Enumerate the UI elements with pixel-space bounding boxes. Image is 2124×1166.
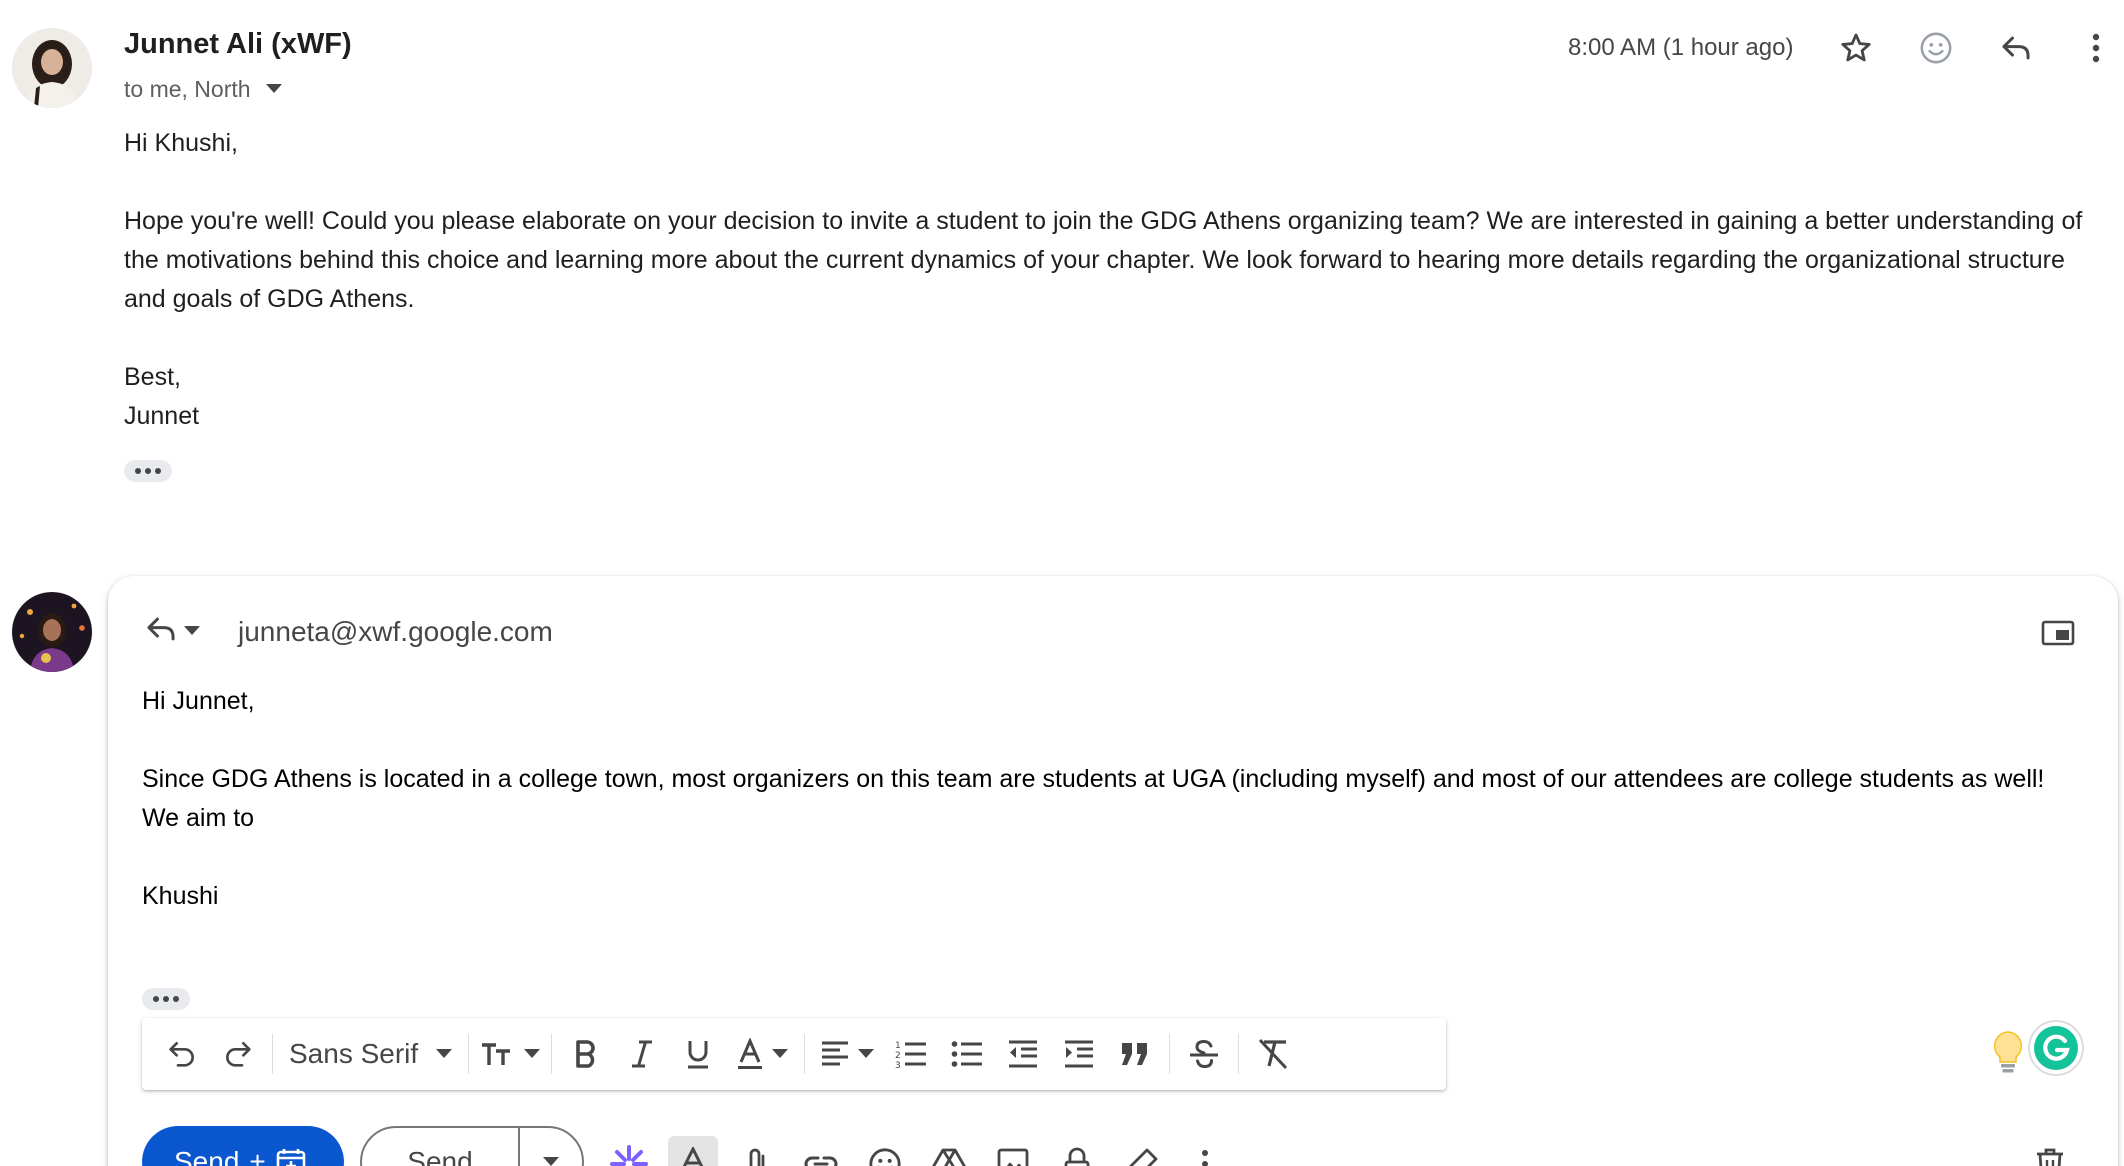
- message-paragraph: Hope you're well! Could you please elabo…: [124, 207, 2083, 313]
- pop-out-icon[interactable]: [2036, 616, 2080, 650]
- font-family-label: Sans Serif: [289, 1038, 419, 1069]
- svg-text:1: 1: [895, 1041, 901, 1051]
- message-body: Hi Khushi, Hope you're well! Could you p…: [124, 124, 2084, 436]
- strikethrough-icon[interactable]: [1176, 1026, 1232, 1082]
- toolbar-divider: [468, 1034, 470, 1074]
- sender-name[interactable]: Junnet Ali (xWF): [124, 28, 352, 61]
- send-button[interactable]: Send +: [142, 1126, 344, 1166]
- reply-compose: junneta@xwf.google.com Hi Junnet, Since …: [108, 576, 2118, 1166]
- star-icon[interactable]: [1828, 26, 1884, 70]
- compose-actions-bar: [604, 1136, 1230, 1166]
- reply-icon[interactable]: [1988, 26, 2044, 70]
- confidential-mode-icon[interactable]: [1052, 1136, 1102, 1166]
- attach-file-icon[interactable]: [732, 1136, 782, 1166]
- redo-icon[interactable]: [210, 1026, 266, 1082]
- text-color-icon[interactable]: [726, 1026, 798, 1082]
- email-message: Junnet Ali (xWF) to me, North 8:00 AM (1…: [0, 0, 2124, 520]
- toolbar-divider: [272, 1034, 273, 1074]
- google-drive-icon[interactable]: [924, 1136, 974, 1166]
- indent-more-icon[interactable]: [1051, 1026, 1107, 1082]
- italic-icon[interactable]: [614, 1026, 670, 1082]
- font-size-icon[interactable]: [475, 1026, 545, 1082]
- reply-greeting: Hi Junnet,: [142, 687, 255, 715]
- formatting-toolbar: Sans Serif 123: [142, 1018, 1446, 1090]
- compose-body-editor[interactable]: Hi Junnet, Since GDG Athens is located i…: [142, 682, 2082, 916]
- svg-text:3: 3: [895, 1061, 901, 1069]
- signature-icon[interactable]: [1116, 1136, 1166, 1166]
- grammarly-icon[interactable]: [2026, 1018, 2086, 1078]
- message-timestamp: 8:00 AM (1 hour ago): [1568, 34, 1794, 61]
- chevron-down-icon[interactable]: [520, 1157, 582, 1166]
- remove-formatting-icon[interactable]: [1245, 1026, 1301, 1082]
- toolbar-divider: [551, 1034, 553, 1074]
- insert-photo-icon[interactable]: [988, 1136, 1038, 1166]
- send-button-plus: +: [249, 1146, 266, 1166]
- message-greeting: Hi Khushi,: [124, 129, 238, 157]
- quote-icon[interactable]: [1107, 1026, 1163, 1082]
- svg-text:2: 2: [895, 1051, 901, 1061]
- toolbar-divider: [1169, 1034, 1171, 1074]
- align-icon[interactable]: [811, 1026, 883, 1082]
- recipients-text: to me, North: [124, 75, 251, 102]
- chevron-down-icon: [436, 1049, 453, 1058]
- reply-recipient[interactable]: junneta@xwf.google.com: [238, 612, 553, 652]
- more-vert-icon[interactable]: [2068, 26, 2124, 70]
- recipients-line[interactable]: to me, North: [124, 74, 289, 104]
- my-avatar[interactable]: [12, 592, 92, 672]
- reply-type-dropdown[interactable]: [144, 612, 200, 651]
- discard-draft-icon[interactable]: [2030, 1142, 2070, 1166]
- show-trimmed-content-button[interactable]: [142, 988, 190, 1010]
- bulleted-list-icon[interactable]: [939, 1026, 995, 1082]
- undo-icon[interactable]: [154, 1026, 210, 1082]
- insert-emoji-icon[interactable]: [860, 1136, 910, 1166]
- reply-icon: [144, 612, 178, 651]
- toolbar-divider: [1238, 1034, 1240, 1074]
- font-family-select[interactable]: Sans Serif: [279, 1026, 462, 1082]
- recipient-details-dropdown-icon[interactable]: [259, 74, 289, 104]
- numbered-list-icon[interactable]: 123: [883, 1026, 939, 1082]
- toolbar-divider: [804, 1034, 806, 1074]
- bold-icon[interactable]: [558, 1026, 614, 1082]
- message-signature: Junnet: [124, 402, 200, 430]
- insert-link-icon[interactable]: [796, 1136, 846, 1166]
- sender-avatar[interactable]: [12, 28, 92, 108]
- send-later-button[interactable]: Send: [360, 1126, 584, 1166]
- send-button-label: Send: [174, 1146, 240, 1166]
- chevron-down-icon: [184, 623, 200, 641]
- emoji-icon[interactable]: [1908, 26, 1964, 70]
- sparkle-icon[interactable]: [604, 1136, 654, 1166]
- more-options-icon[interactable]: [1180, 1136, 1230, 1166]
- indent-less-icon[interactable]: [995, 1026, 1051, 1082]
- reply-signature: Khushi: [142, 882, 219, 910]
- message-closing: Best,: [124, 363, 181, 391]
- show-trimmed-content-button[interactable]: [124, 460, 172, 482]
- formatting-options-icon[interactable]: [668, 1136, 718, 1166]
- reply-paragraph: Since GDG Athens is located in a college…: [142, 765, 2045, 832]
- add-to-calendar-icon: [276, 1149, 306, 1166]
- send-later-label: Send: [407, 1146, 473, 1166]
- underline-icon[interactable]: [670, 1026, 726, 1082]
